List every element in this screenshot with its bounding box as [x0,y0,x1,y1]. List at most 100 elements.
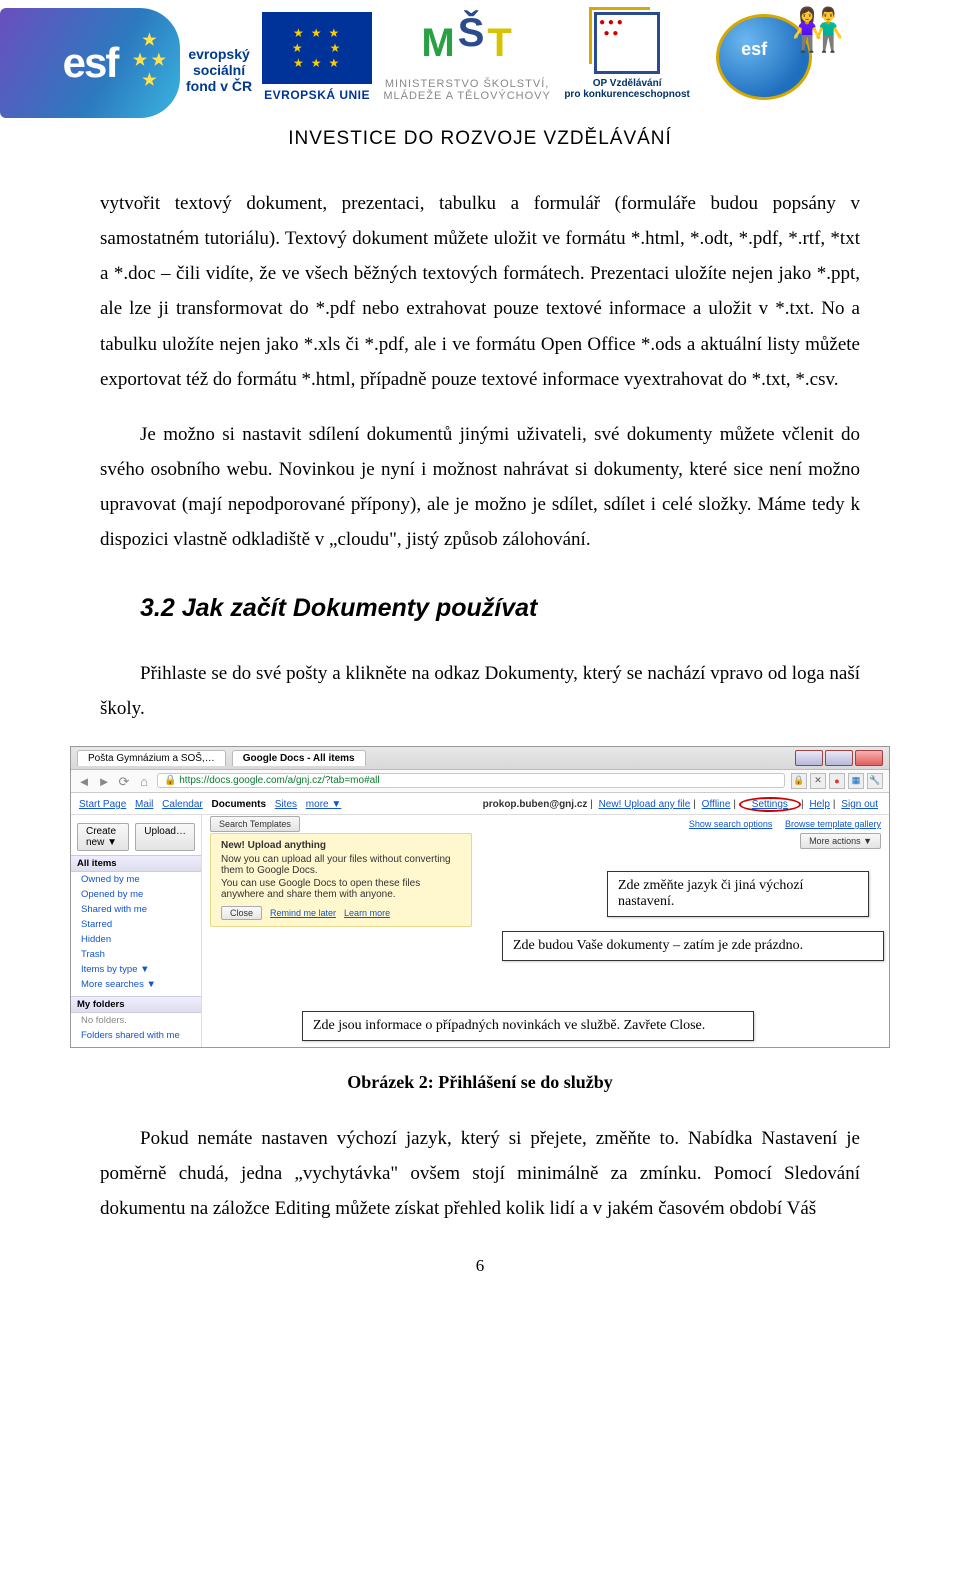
sidebar-shared-with-me[interactable]: Shared with me [71,902,201,917]
sidebar-owned-by-me[interactable]: Owned by me [71,872,201,887]
header-logos: esf ★★ ★★ evropský sociální fond v ČR ★ … [0,0,960,122]
nav-more[interactable]: more ▼ [306,799,341,810]
acct-settings[interactable]: Settings [752,799,788,810]
acct-help[interactable]: Help [809,799,830,810]
nav-forward-icon[interactable]: ► [97,774,111,788]
sidebar-trash[interactable]: Trash [71,947,201,962]
create-new-button[interactable]: Create new ▼ [77,823,129,851]
eu-flag-block: ★ ★ ★★ ★★ ★ ★ EVROPSKÁ UNIE [262,8,372,102]
acct-new-upload[interactable]: New! Upload any file [599,799,691,810]
esf-label-line3: fond v ČR [186,78,252,94]
url-text: https://docs.google.com/a/gnj.cz/?tab=mo… [179,775,379,786]
upload-button[interactable]: Upload… [135,823,195,851]
window-minimize-icon[interactable] [795,750,823,766]
gdocs-main-toolbar: Search Templates Show search options Bro… [210,819,881,833]
document-body-2: Pokud nemáte nastaven výchozí jazyk, kte… [0,1121,960,1226]
sidebar-my-folders[interactable]: My folders [71,996,201,1013]
sidebar-more-searches[interactable]: More searches ▼ [71,977,201,992]
window-maximize-icon[interactable] [825,750,853,766]
sidebar-items-by-type[interactable]: Items by type ▼ [71,962,201,977]
sidebar-starred[interactable]: Starred [71,917,201,932]
eu-flag-stars-icon: ★ ★ ★★ ★★ ★ ★ [292,26,343,71]
opv-line2: pro konkurenceschopnost [564,89,690,100]
callout-settings: Zde změňte jazyk či jiná výchozí nastave… [607,871,869,917]
search-templates-button[interactable]: Search Templates [210,816,300,832]
heading-3-2: 3.2 Jak začít Dokumenty používat [140,585,860,631]
cartoon-kids-icon: 👫 [792,6,844,55]
nav-sites[interactable]: Sites [275,799,297,810]
whatsnew-remind-link[interactable]: Remind me later [270,908,336,918]
opv-line1: OP Vzdělávání [593,78,662,89]
paragraph-3: Přihlaste se do své pošty a klikněte na … [100,656,860,726]
lock-icon[interactable]: 🔒 [791,773,807,789]
browser-tab-docs[interactable]: Google Docs - All items [232,750,366,766]
acct-signout[interactable]: Sign out [841,799,878,810]
nav-calendar[interactable]: Calendar [162,799,203,810]
screenshot-figure: Pošta Gymnázium a SOŠ,… Google Docs - Al… [70,746,890,1048]
gdocs-body: Create new ▼ Upload… All items Owned by … [71,815,889,1047]
gdocs-sidebar: Create new ▼ Upload… All items Owned by … [71,815,202,1047]
opv-logo-icon: ● ● ●● ● [594,12,660,74]
callout-documents-area: Zde budou Vaše dokumenty – zatím je zde … [502,931,884,961]
paragraph-4: Pokud nemáte nastaven výchozí jazyk, kte… [100,1121,860,1226]
sidebar-no-folders: No folders. [71,1013,201,1028]
browser-tab-mail[interactable]: Pošta Gymnázium a SOŠ,… [77,750,226,766]
show-search-options-link[interactable]: Show search options [689,819,773,829]
acct-offline[interactable]: Offline [702,799,731,810]
account-email: prokop.buben@gnj.cz [483,799,588,810]
abp-icon[interactable]: ● [829,773,845,789]
nav-documents[interactable]: Documents [212,799,266,810]
esf-logo-block: esf ★★ ★★ evropský sociální fond v ČR [0,8,252,118]
nav-back-icon[interactable]: ◄ [77,774,91,788]
opv-logo-block: ● ● ●● ● OP Vzdělávání pro konkurencesch… [562,8,692,100]
msmt-logo-block: MŠT MINISTERSTVO ŠKOLSTVÍ, MLÁDEŽE A TĚL… [382,8,552,102]
esf-logo-text: esf [63,39,118,87]
sidebar-opened-by-me[interactable]: Opened by me [71,887,201,902]
window-controls [795,750,883,766]
nav-home-icon[interactable]: ⌂ [137,774,151,788]
globe-esf-text: esf [741,39,767,60]
esf-label: evropský sociální fond v ČR [180,32,252,94]
whatsnew-close-button[interactable]: Close [221,906,262,920]
url-input[interactable]: 🔒 https://docs.google.com/a/gnj.cz/?tab=… [157,773,785,788]
esf-label-line2: sociální [186,62,252,78]
page-icon[interactable]: ▦ [848,773,864,789]
esf-logo: esf ★★ ★★ [0,8,180,118]
settings-highlight-ellipse: Settings [739,797,801,812]
window-close-icon[interactable] [855,750,883,766]
msmt-logo-icon: MŠT [421,8,512,78]
page-number: 6 [0,1256,960,1276]
browse-gallery-link[interactable]: Browse template gallery [785,819,881,829]
document-body: vytvořit textový dokument, prezentaci, t… [0,186,960,726]
gdocs-main: Search Templates Show search options Bro… [202,815,889,1047]
browser-tab-bar: Pošta Gymnázium a SOŠ,… Google Docs - Al… [71,747,889,770]
nav-reload-icon[interactable]: ⟳ [117,774,131,788]
nav-mail[interactable]: Mail [135,799,153,810]
eu-label: EVROPSKÁ UNIE [264,84,370,102]
paragraph-1: vytvořit textový dokument, prezentaci, t… [100,186,860,397]
msmt-line2: MLÁDEŽE A TĚLOVÝCHOVY [383,90,551,102]
sidebar-all-items[interactable]: All items [71,855,201,872]
addressbar-icons: 🔒 ✕ ● ▦ 🔧 [791,773,883,789]
esf-label-line1: evropský [186,46,252,62]
nav-startpage[interactable]: Start Page [79,799,126,810]
eu-flag-icon: ★ ★ ★★ ★★ ★ ★ [262,12,372,84]
whatsnew-box: New! Upload anything Now you can upload … [210,833,472,927]
header-caption: INVESTICE DO ROZVOJE VZDĚLÁVÁNÍ [0,128,960,150]
sidebar-folders-shared[interactable]: Folders shared with me [71,1028,201,1043]
close-icon[interactable]: ✕ [810,773,826,789]
more-actions-button[interactable]: More actions ▼ [800,833,881,849]
figure-caption: Obrázek 2: Přihlášení se do služby [0,1072,960,1093]
msmt-line1: MINISTERSTVO ŠKOLSTVÍ, [385,78,549,90]
sidebar-hidden[interactable]: Hidden [71,932,201,947]
whatsnew-title: New! Upload anything [221,840,461,851]
paragraph-2: Je možno si nastavit sdílení dokumentů j… [100,417,860,558]
gdocs-header: Start Page Mail Calendar Documents Sites… [71,793,889,815]
whatsnew-learn-link[interactable]: Learn more [344,908,390,918]
wrench-icon[interactable]: 🔧 [867,773,883,789]
gdocs-account-area: prokop.buben@gnj.cz | New! Upload any fi… [483,797,881,812]
globe-logo-block: esf 👫 [702,8,832,108]
whatsnew-line2: You can use Google Docs to open these fi… [221,878,461,900]
browser-address-bar: ◄ ► ⟳ ⌂ 🔒 https://docs.google.com/a/gnj.… [71,770,889,793]
callout-news-close: Zde jsou informace o případných novinkác… [302,1011,754,1041]
